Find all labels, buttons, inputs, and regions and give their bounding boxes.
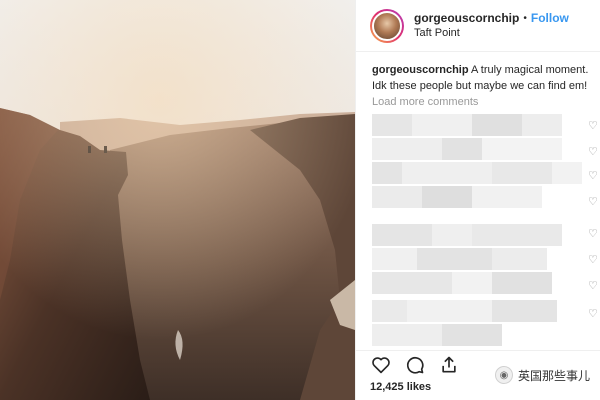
comment-row-blurred: [372, 324, 502, 346]
watermark-logo-icon: ◉: [494, 366, 513, 384]
separator-dot: •: [523, 12, 527, 24]
comment-like-icon[interactable]: ♡: [588, 120, 598, 132]
load-more-comments-link[interactable]: Load more comments: [372, 96, 478, 108]
instagram-post: gorgeouscornchip • Follow Taft Point gor…: [0, 0, 600, 400]
comment-like-icon[interactable]: ♡: [588, 254, 598, 266]
header-text: gorgeouscornchip • Follow Taft Point: [414, 11, 569, 41]
comment-row-blurred: [372, 248, 547, 270]
header-row: gorgeouscornchip • Follow: [414, 11, 569, 26]
comment-row-blurred: [372, 162, 582, 184]
comment-like-icon[interactable]: ♡: [588, 280, 598, 292]
share-icon[interactable]: [438, 354, 460, 376]
comment-row-blurred: [372, 272, 552, 294]
comment-row-blurred: [372, 114, 562, 136]
watermark-text: 英国那些事儿: [517, 368, 590, 383]
post-caption: gorgeouscornchip A truly magical moment.…: [372, 62, 597, 94]
avatar[interactable]: [370, 8, 404, 43]
comment-row-blurred: [372, 224, 562, 246]
comment-row-blurred: [372, 138, 562, 160]
comment-like-icon[interactable]: ♡: [588, 308, 598, 320]
comment-row-blurred: [372, 186, 542, 208]
username-link[interactable]: gorgeouscornchip: [414, 11, 519, 26]
comment-row-blurred: [372, 300, 557, 322]
avatar-image: [372, 10, 402, 41]
caption-username[interactable]: gorgeouscornchip: [372, 64, 469, 76]
cliff-landscape-image: [0, 0, 355, 400]
heart-icon[interactable]: [370, 354, 392, 376]
comment-icon[interactable]: [404, 354, 426, 376]
comment-like-icon[interactable]: ♡: [588, 228, 598, 240]
post-header: gorgeouscornchip • Follow Taft Point: [356, 0, 600, 52]
post-sidebar: gorgeouscornchip • Follow Taft Point gor…: [355, 0, 600, 400]
post-photo[interactable]: [0, 0, 355, 400]
comments-list-blurred: ♡ ♡ ♡ ♡ ♡ ♡ ♡ ♡: [372, 114, 598, 346]
comment-like-icon[interactable]: ♡: [588, 196, 598, 208]
likes-count[interactable]: 12,425 likes: [370, 381, 431, 393]
watermark: ◉ 英国那些事儿: [494, 366, 590, 384]
comment-like-icon[interactable]: ♡: [588, 146, 598, 158]
comment-like-icon[interactable]: ♡: [588, 170, 598, 182]
follow-button[interactable]: Follow: [531, 11, 569, 26]
location-link[interactable]: Taft Point: [414, 26, 569, 41]
